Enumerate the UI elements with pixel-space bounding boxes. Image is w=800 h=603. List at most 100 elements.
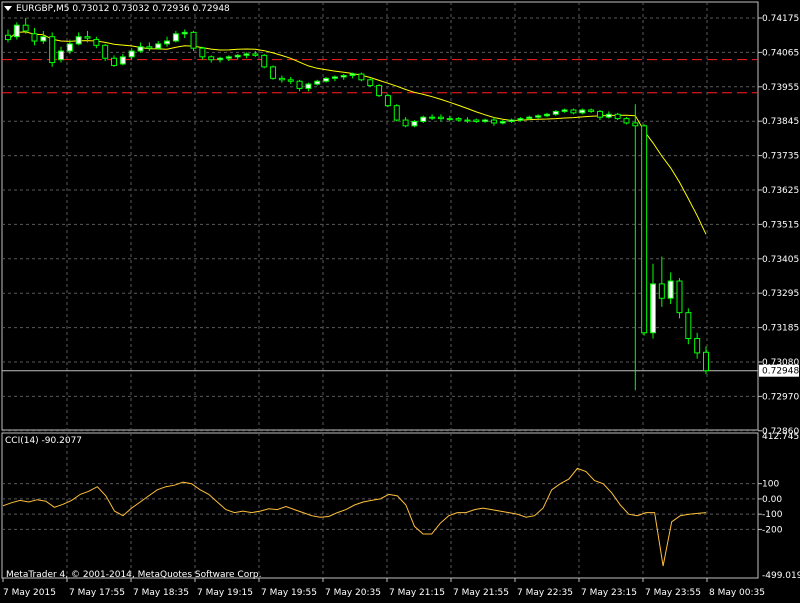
bear-candle [694, 338, 701, 354]
copyright-text: MetaTrader 4, © 2001-2014, MetaQuotes So… [6, 570, 262, 580]
bull-candle [420, 116, 427, 122]
bull-candle [181, 31, 188, 35]
bear-candle [358, 73, 365, 81]
bull-candle [526, 116, 533, 120]
chart-window[interactable]: 7 May 2015 7 May 17:55 7 May 18:35 7 May 19… [0, 0, 800, 600]
time-axis-label: 7 May 19:55 [261, 588, 317, 598]
price-axis-label: 0.72970 [762, 392, 799, 402]
bull-candle [75, 36, 82, 45]
bear-candle [393, 105, 400, 121]
bull-candle [543, 113, 550, 117]
bull-candle [137, 46, 144, 52]
bull-candle [66, 43, 73, 52]
bear-candle [658, 283, 665, 299]
bull-candle [217, 57, 224, 61]
bull-candle [579, 109, 586, 114]
price-axis-label: 0.74065 [762, 48, 799, 58]
bull-candle [58, 50, 65, 61]
bull-candle [464, 119, 471, 122]
bull-candle [331, 76, 338, 79]
time-axis-label: 8 May 00:35 [709, 588, 765, 598]
bear-candle [455, 118, 462, 121]
bear-candle [5, 34, 11, 41]
bear-candle [376, 85, 383, 97]
chart-menu-arrow-icon[interactable] [4, 6, 12, 11]
bull-candle [13, 24, 20, 38]
cci-indicator-label: CCI(14) -90.2077 [5, 436, 83, 446]
bull-candle [535, 115, 542, 118]
bear-candle [296, 80, 303, 89]
cci-axis-label: -100 [762, 510, 783, 520]
bear-candle [270, 66, 277, 79]
cci-panel-frame [1, 432, 759, 579]
bear-candle [208, 56, 215, 61]
bull-candle [234, 54, 241, 58]
bear-candle [84, 36, 91, 39]
bear-candle [261, 54, 268, 68]
time-axis-label: 7 May 23:55 [645, 588, 701, 598]
bull-candle [561, 109, 568, 112]
cci-axis-label: -499.0196 [762, 571, 800, 581]
price-axis-label: 0.73845 [762, 117, 799, 127]
price-axis-label: 0.73185 [762, 324, 799, 334]
bear-candle [102, 44, 109, 59]
bear-candle [632, 122, 639, 127]
cci-line-path [2, 467, 707, 567]
candlesticks[interactable] [5, 18, 709, 391]
bull-candle [482, 119, 489, 122]
current-price-label: 0.72948 [762, 367, 799, 377]
cci-axis-label: 412.7451 [762, 432, 800, 442]
cci-axis-label: -200 [762, 525, 783, 535]
bull-candle [667, 280, 674, 299]
bear-candle [49, 36, 56, 64]
bear-candle [146, 46, 153, 49]
bear-candle [31, 33, 38, 42]
bear-candle [384, 95, 391, 107]
bear-candle [641, 125, 648, 334]
bear-candle [473, 119, 480, 122]
bull-candle [128, 50, 135, 58]
price-axis-label: 0.73405 [762, 255, 799, 265]
bear-candle [437, 116, 444, 120]
bear-candle [588, 109, 595, 112]
bull-candle [649, 283, 656, 334]
time-axis-label: 7 May 23:15 [581, 588, 637, 598]
bear-candle [287, 79, 294, 82]
bull-candle [164, 40, 171, 45]
bull-candle [446, 118, 453, 121]
time-axis-label: 7 May 22:35 [517, 588, 573, 598]
bull-candle [508, 119, 515, 122]
symbol-ohlc-label: EURGBP,M5 0.73012 0.73032 0.72936 0.7294… [16, 4, 230, 14]
bear-candle [623, 118, 630, 124]
cci-axis-label: 100 [762, 480, 779, 490]
time-axis-label: 7 May 2015 [3, 588, 56, 598]
bull-candle [605, 113, 612, 118]
bear-candle [703, 351, 709, 372]
price-axis-label: 0.73735 [762, 152, 799, 162]
time-axis-label: 7 May 19:15 [197, 588, 253, 598]
bear-candle [685, 312, 692, 340]
time-axis-label: 7 May 21:55 [453, 588, 509, 598]
bear-candle [614, 113, 621, 120]
bull-candle [314, 80, 321, 85]
price-axis-label: 0.74175 [762, 14, 799, 24]
bear-candle [93, 39, 100, 46]
bull-candle [349, 73, 356, 76]
bear-candle [402, 119, 409, 127]
bull-candle [119, 56, 126, 65]
bear-candle [570, 109, 577, 114]
bull-candle [552, 110, 559, 115]
bear-candle [199, 47, 206, 58]
bull-candle [499, 120, 506, 124]
bear-candle [190, 31, 197, 49]
bull-candle [340, 74, 347, 78]
cci-axis-label: 0.00 [762, 495, 782, 505]
bull-candle [243, 53, 250, 56]
bull-candle [429, 116, 436, 119]
chart-canvas[interactable]: 7 May 2015 7 May 17:55 7 May 18:35 7 May 19… [0, 0, 800, 600]
bear-candle [22, 24, 29, 32]
bear-candle [676, 280, 683, 314]
cci-indicator [2, 467, 707, 567]
time-axis-label: 7 May 18:35 [133, 588, 189, 598]
price-axis-label: 0.73295 [762, 289, 799, 299]
